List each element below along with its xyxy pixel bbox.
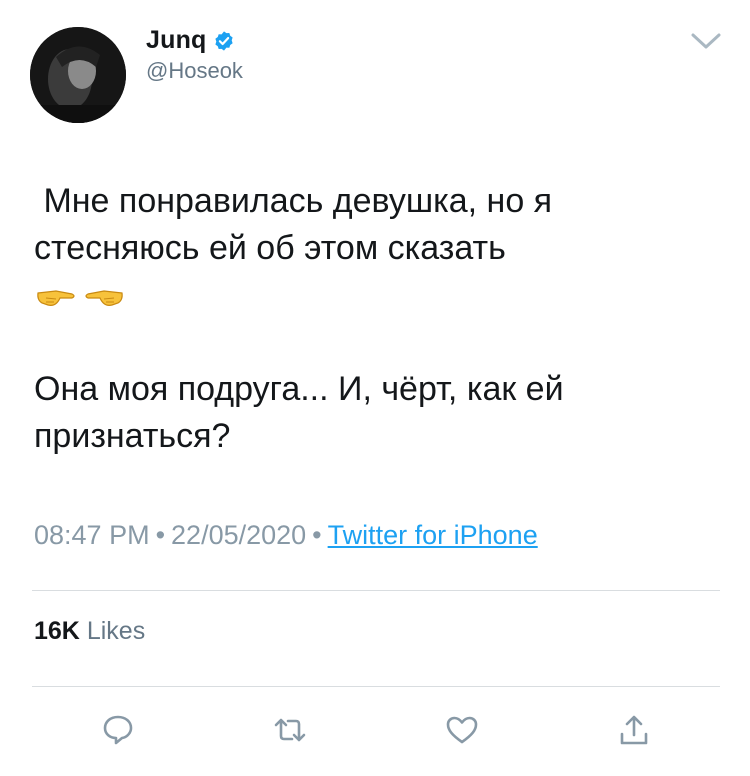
tweet-date: 22/05/2020: [171, 520, 307, 550]
divider: [32, 686, 720, 687]
meta-separator: •: [312, 520, 322, 550]
action-bar: [0, 712, 750, 748]
like-icon[interactable]: [444, 712, 480, 748]
share-icon[interactable]: [616, 712, 652, 748]
likes-label: Likes: [86, 617, 146, 645]
tweet-time: 08:47 PM: [34, 520, 150, 550]
tweet-paragraph-2: Она моя подруга... И, чёрт, как ей призн…: [34, 370, 564, 455]
display-name[interactable]: Junq: [146, 26, 207, 55]
avatar-image: [30, 27, 126, 123]
divider: [32, 590, 720, 591]
likes-stat[interactable]: 16K Likes: [34, 617, 145, 646]
chevron-down-icon[interactable]: [690, 30, 722, 52]
avatar[interactable]: [30, 27, 126, 123]
tweet-meta: 08:47 PM • 22/05/2020 • Twitter for iPhone: [34, 520, 538, 551]
emoji-row: [34, 272, 714, 319]
pointing-left-emoji-icon: [85, 289, 123, 306]
likes-count: 16K: [34, 617, 80, 645]
tweet-source-link[interactable]: Twitter for iPhone: [328, 520, 538, 550]
reply-icon[interactable]: [100, 712, 136, 748]
name-row: Junq: [146, 26, 235, 55]
tweet-paragraph-1: Мне понравилась девушка, но я стесняюсь …: [34, 182, 562, 267]
pointing-right-emoji-icon: [37, 289, 75, 306]
user-handle[interactable]: @Hoseok: [146, 58, 243, 84]
meta-separator: •: [155, 520, 166, 550]
tweet-text: Мне понравилась девушка, но я стесняюсь …: [34, 178, 714, 460]
verified-badge-icon: [213, 30, 235, 52]
retweet-icon[interactable]: [272, 712, 308, 748]
